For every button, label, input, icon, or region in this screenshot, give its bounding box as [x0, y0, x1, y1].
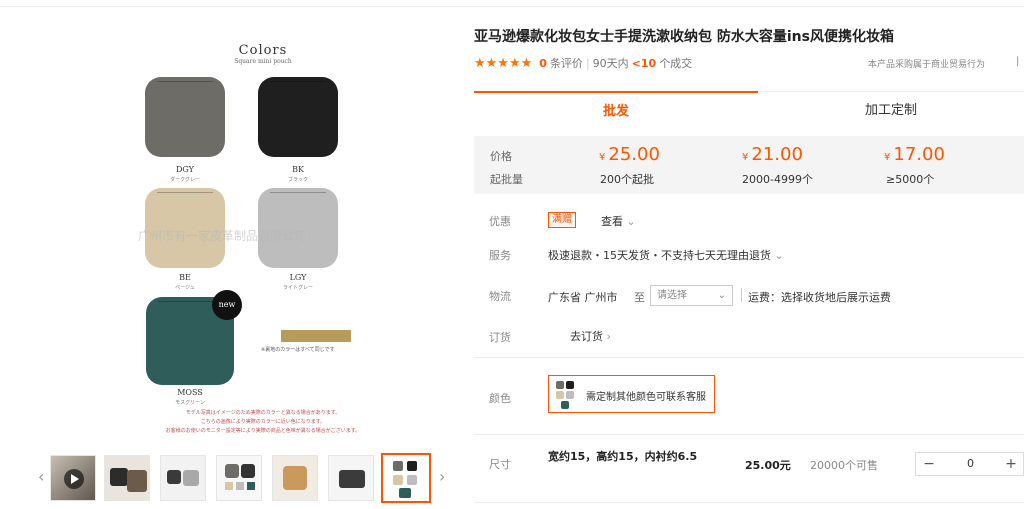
chevron-down-icon: ⌄: [717, 290, 726, 301]
logistics-origin: 广东省 广州市: [548, 291, 618, 304]
color-option-label: 需定制其他颜色可联系客服: [586, 392, 706, 403]
order-label: 订货: [489, 331, 511, 344]
divider: |: [585, 56, 590, 70]
divider: [474, 357, 1024, 358]
pouch-code: BE: [179, 273, 191, 282]
image-heading: Colors: [238, 43, 288, 58]
logistics-label: 物流: [489, 290, 511, 303]
sales-period: 90天内: [592, 57, 629, 70]
destination-select[interactable]: 请选择 ⌄: [650, 285, 733, 306]
thumbnail[interactable]: [272, 455, 318, 501]
rating-row: ★★★★★ 0 条评价 | 90天内 <10 个成交: [474, 55, 692, 71]
purchase-note: 本产品采购属于商业贸易行为: [868, 60, 986, 70]
promo-badge[interactable]: 满赠: [548, 212, 576, 228]
jp-note: モデル写真はイメージのため実際のカラーと異なる場合があります。: [185, 410, 341, 416]
quantity-input[interactable]: 0: [942, 453, 999, 475]
size-price: 25.00元: [745, 459, 791, 472]
jp-note: こちらの画像により実際のカラーに近い色になります。: [200, 419, 326, 425]
jp-note: お客様のお使いのモニター設定等により実際の商品と色味が異なる場合がございます。: [165, 428, 361, 434]
promo-label: 优惠: [489, 215, 511, 228]
top-divider: [0, 6, 1024, 7]
image-subheading: Square mini pouch: [234, 58, 292, 65]
product-page: Colors Square mini pouch DGY ダークグレー BK ブ…: [0, 0, 1024, 509]
order-link[interactable]: 去订货 ›: [570, 328, 611, 344]
divider: [474, 434, 1024, 435]
prev-arrow-icon[interactable]: ‹: [38, 467, 44, 486]
next-arrow-icon[interactable]: ›: [439, 467, 445, 486]
chevron-right-icon: ›: [606, 330, 611, 343]
moq-label: 起批量: [490, 173, 523, 186]
product-title: 亚马逊爆款化妆包女士手提洗漱收纳包 防水大容量ins风便携化妆箱: [474, 29, 894, 45]
pouch-jp-label: ライトグレー: [282, 285, 313, 291]
color-label: 颜色: [489, 392, 511, 405]
tab-bar: 批发 加工定制: [474, 91, 1024, 128]
purchase-flag: |: [1016, 56, 1020, 67]
swatch-note: ※裏地のカラーはすべて同じです: [261, 347, 335, 353]
price-label: 价格: [490, 150, 512, 163]
sales-count: <10: [631, 56, 657, 70]
size-label: 尺寸: [489, 458, 511, 471]
chevron-down-icon: ⌄: [626, 215, 636, 228]
pouch-code: LGY: [289, 273, 307, 282]
tier-qty: ≥5000个: [886, 173, 935, 186]
tier-qty: 200个起批: [600, 173, 654, 186]
pouch-jp-label: ブラック: [287, 177, 308, 183]
divider: [474, 502, 1024, 503]
divider: [741, 288, 742, 302]
pouch-code: MOSS: [177, 388, 203, 397]
rating-stars-icon: ★★★★★: [474, 55, 533, 71]
tab-wholesale[interactable]: 批发: [474, 91, 758, 128]
tier-price: ¥17.00: [884, 144, 945, 165]
thumbnail-strip: ‹ ›: [38, 453, 458, 505]
color-thumbnail: [555, 380, 575, 409]
size-spec: 宽约15，高约15，内衬约6.5: [548, 450, 698, 463]
watermark: 广州市有一家皮革制品有限公司: [138, 229, 307, 243]
pouch-jp-label: ダークグレー: [170, 177, 200, 183]
lining-swatch: [281, 330, 351, 342]
new-badge: new: [212, 290, 242, 320]
product-gallery: Colors Square mini pouch DGY ダークグレー BK ブ…: [28, 15, 458, 505]
thumbnail[interactable]: [160, 455, 206, 501]
pouch-bk: [258, 77, 338, 157]
sales-label: 个成交: [659, 57, 693, 70]
increment-button[interactable]: +: [998, 453, 1024, 475]
tier-price: ¥21.00: [742, 144, 803, 165]
pouch-dgy: [145, 77, 225, 157]
pouch-code: DGY: [176, 165, 194, 174]
thumbnail[interactable]: [216, 455, 262, 501]
thumbnail[interactable]: [104, 455, 150, 501]
decrement-button[interactable]: −: [916, 453, 942, 475]
review-count[interactable]: 0: [539, 57, 547, 70]
thumbnail-selected[interactable]: [381, 453, 431, 503]
review-label: 条评价: [549, 57, 583, 70]
logistics-to: 至: [634, 291, 645, 304]
tier-price: ¥25.00: [599, 144, 660, 165]
size-available: 20000个可售: [810, 459, 878, 472]
promo-view-link[interactable]: 查看 ⌄: [601, 213, 636, 229]
service-label: 服务: [489, 249, 511, 262]
pouch-code: BK: [292, 165, 304, 174]
service-text[interactable]: 极速退款・15天发货・不支持七天无理由退货 ⌄: [548, 247, 784, 263]
quantity-stepper: − 0 +: [915, 452, 1024, 476]
chevron-down-icon: ⌄: [774, 249, 784, 262]
tier-qty: 2000-4999个: [742, 173, 813, 186]
thumbnail-video[interactable]: [50, 455, 96, 501]
price-box: 价格 起批量 ¥25.00 200个起批 ¥21.00 2000-4999个 ¥…: [474, 136, 1024, 194]
color-option[interactable]: 需定制其他颜色可联系客服: [548, 375, 715, 413]
tab-custom-processing[interactable]: 加工定制: [758, 91, 1024, 128]
pouch-jp-label: モスグリーン: [175, 400, 205, 406]
shipping-fee: 运费：选择收货地后展示运费: [748, 291, 891, 304]
pouch-jp-label: ベージュ: [175, 285, 195, 291]
thumbnail[interactable]: [328, 455, 374, 501]
